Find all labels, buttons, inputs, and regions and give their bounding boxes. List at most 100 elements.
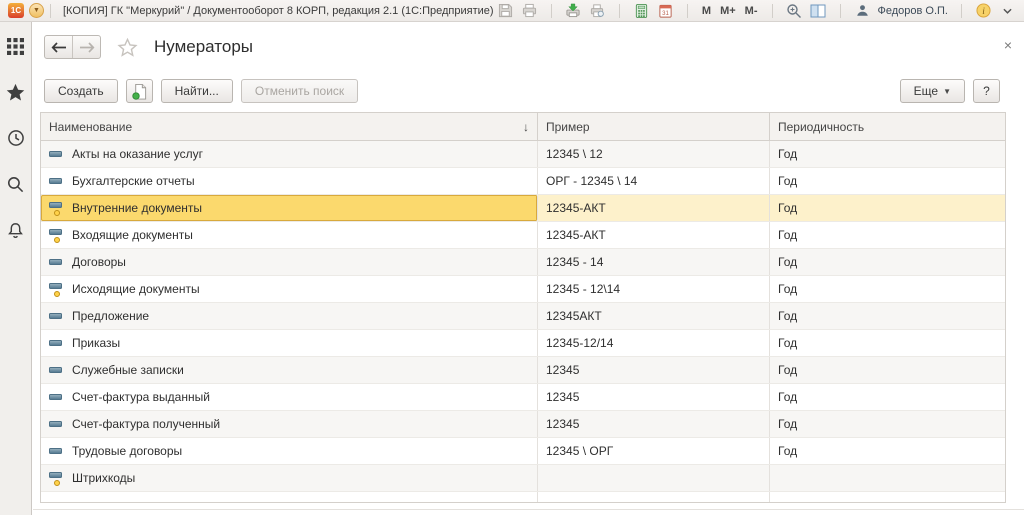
forward-button[interactable]	[72, 36, 100, 58]
cell-name[interactable]: Штрихкоды	[41, 465, 538, 491]
cell-example[interactable]: 12345-АКТ	[538, 195, 770, 221]
zoom-icon[interactable]	[786, 2, 803, 19]
memory-m-minus-button[interactable]: M-	[744, 5, 759, 17]
separator	[840, 4, 841, 18]
row-example: 12345	[546, 417, 579, 431]
table-row[interactable]: Счет-фактура полученный 12345 Год	[41, 411, 1005, 438]
print-send-icon[interactable]	[565, 2, 582, 19]
back-button[interactable]	[45, 36, 72, 58]
cell-period[interactable]	[770, 465, 1005, 491]
cell-name[interactable]: Предложение	[41, 303, 538, 329]
cell-period[interactable]: Год	[770, 384, 1005, 410]
table-row[interactable]: Приказы 12345-12/14 Год	[41, 330, 1005, 357]
calculator-icon[interactable]	[633, 2, 650, 19]
cell-name[interactable]: Счет-фактура выданный	[41, 384, 538, 410]
split-window-icon[interactable]	[810, 2, 827, 19]
numerator-icon	[49, 229, 64, 242]
copy-button[interactable]	[126, 79, 153, 103]
cell-name[interactable]: Акты на оказание услуг	[41, 141, 538, 167]
cell-example[interactable]	[538, 465, 770, 491]
table-row[interactable]: Предложение12345АКТГод	[41, 303, 1005, 330]
cell-example[interactable]: 12345	[538, 384, 770, 410]
more-button[interactable]: Еще▼	[900, 79, 965, 103]
cell-period[interactable]: Год	[770, 276, 1005, 302]
cell-period[interactable]: Год	[770, 168, 1005, 194]
cell-example[interactable]: 12345 \ ОРГ	[538, 438, 770, 464]
row-name: Трудовые договоры	[72, 444, 182, 458]
cell-example[interactable]: 12345	[538, 357, 770, 383]
row-period: Год	[778, 336, 797, 350]
favorites-icon[interactable]	[4, 80, 28, 104]
current-user[interactable]: Федоров О.П.	[878, 5, 949, 17]
cancel-search-button[interactable]: Отменить поиск	[241, 79, 358, 103]
memory-m-button[interactable]: M	[701, 5, 712, 17]
command-bar: Создать Найти... Отменить поиск Еще▼ ?	[44, 79, 1000, 103]
cell-name[interactable]: Входящие документы	[41, 222, 538, 248]
table-row[interactable]: Акты на оказание услуг12345 \ 12Год	[41, 141, 1005, 168]
cell-name[interactable]: Счет-фактура полученный	[41, 411, 538, 437]
cell-period[interactable]: Год	[770, 222, 1005, 248]
cell-example[interactable]: 12345 \ 12	[538, 141, 770, 167]
table-row[interactable]: Трудовые договоры 12345 \ ОРГГод	[41, 438, 1005, 465]
numerators-table: Наименование ↓ Пример Периодичность Акты…	[40, 112, 1006, 503]
cell-name[interactable]: Трудовые договоры	[41, 438, 538, 464]
close-icon[interactable]: ×	[1004, 38, 1012, 52]
table-row[interactable]: Исходящие документы 12345 - 12\14Год	[41, 276, 1005, 303]
column-header-name[interactable]: Наименование ↓	[41, 113, 538, 140]
row-example: 12345 - 14	[546, 255, 603, 269]
search-icon[interactable]	[4, 172, 28, 196]
sections-menu-icon[interactable]	[4, 34, 28, 58]
main-menu-button[interactable]: ▼	[29, 3, 44, 18]
cell-period[interactable]: Год	[770, 195, 1005, 221]
create-button[interactable]: Создать	[44, 79, 118, 103]
help-button[interactable]: ?	[973, 79, 1000, 103]
cell-example[interactable]: 12345-12/14	[538, 330, 770, 356]
table-row[interactable]: Входящие документы12345-АКТГод	[41, 222, 1005, 249]
cell-period[interactable]: Год	[770, 330, 1005, 356]
memory-m-plus-button[interactable]: M+	[719, 5, 737, 17]
find-button[interactable]: Найти...	[161, 79, 233, 103]
more-arrow-icon: ▼	[943, 87, 951, 96]
calendar-icon[interactable]: 31	[657, 2, 674, 19]
table-row[interactable]: Счет-фактура выданный12345Год	[41, 384, 1005, 411]
table-header: Наименование ↓ Пример Периодичность	[41, 113, 1005, 141]
notifications-icon[interactable]	[4, 218, 28, 242]
cell-example[interactable]: 12345	[538, 411, 770, 437]
info-icon[interactable]: i	[975, 2, 992, 19]
cell-period[interactable]: Год	[770, 411, 1005, 437]
cell-name[interactable]: Служебные записки	[41, 357, 538, 383]
history-icon[interactable]	[4, 126, 28, 150]
chevron-down-icon[interactable]	[999, 2, 1016, 19]
column-header-example[interactable]: Пример	[538, 113, 770, 140]
cell-name[interactable]: Приказы	[41, 330, 538, 356]
cell-example[interactable]: 12345 - 14	[538, 249, 770, 275]
row-name: Исходящие документы	[72, 282, 200, 296]
cell-period[interactable]: Год	[770, 357, 1005, 383]
row-name: Приказы	[72, 336, 120, 350]
cell-example[interactable]: 12345-АКТ	[538, 222, 770, 248]
column-header-period[interactable]: Периодичность	[770, 113, 1005, 140]
cell-period[interactable]: Год	[770, 303, 1005, 329]
numerator-icon	[49, 472, 64, 485]
table-row[interactable]: Штрихкоды	[41, 465, 1005, 492]
table-row[interactable]: Служебные записки12345Год	[41, 357, 1005, 384]
save-icon[interactable]	[497, 2, 514, 19]
print-preview-icon[interactable]	[589, 2, 606, 19]
cell-period[interactable]: Год	[770, 141, 1005, 167]
cell-name[interactable]: Исходящие документы	[41, 276, 538, 302]
cell-example[interactable]: 12345АКТ	[538, 303, 770, 329]
cell-example[interactable]: ОРГ - 12345 \ 14	[538, 168, 770, 194]
cell-name[interactable]: Внутренние документы	[41, 195, 538, 221]
title-bar: 1С ▼ [КОПИЯ] ГК "Меркурий" / Документооб…	[0, 0, 1024, 22]
print-icon[interactable]	[521, 2, 538, 19]
cell-period[interactable]: Год	[770, 438, 1005, 464]
cell-name[interactable]: Договоры	[41, 249, 538, 275]
table-row[interactable]: Внутренние документы12345-АКТГод	[41, 195, 1005, 222]
cell-period[interactable]: Год	[770, 249, 1005, 275]
cell-name[interactable]: Бухгалтерские отчеты	[41, 168, 538, 194]
cell-example[interactable]: 12345 - 12\14	[538, 276, 770, 302]
table-row[interactable]: Договоры 12345 - 14 Год	[41, 249, 1005, 276]
favorite-star-icon[interactable]	[117, 37, 138, 58]
table-row[interactable]: Бухгалтерские отчетыОРГ - 12345 \ 14 Год	[41, 168, 1005, 195]
row-period: Год	[778, 174, 797, 188]
